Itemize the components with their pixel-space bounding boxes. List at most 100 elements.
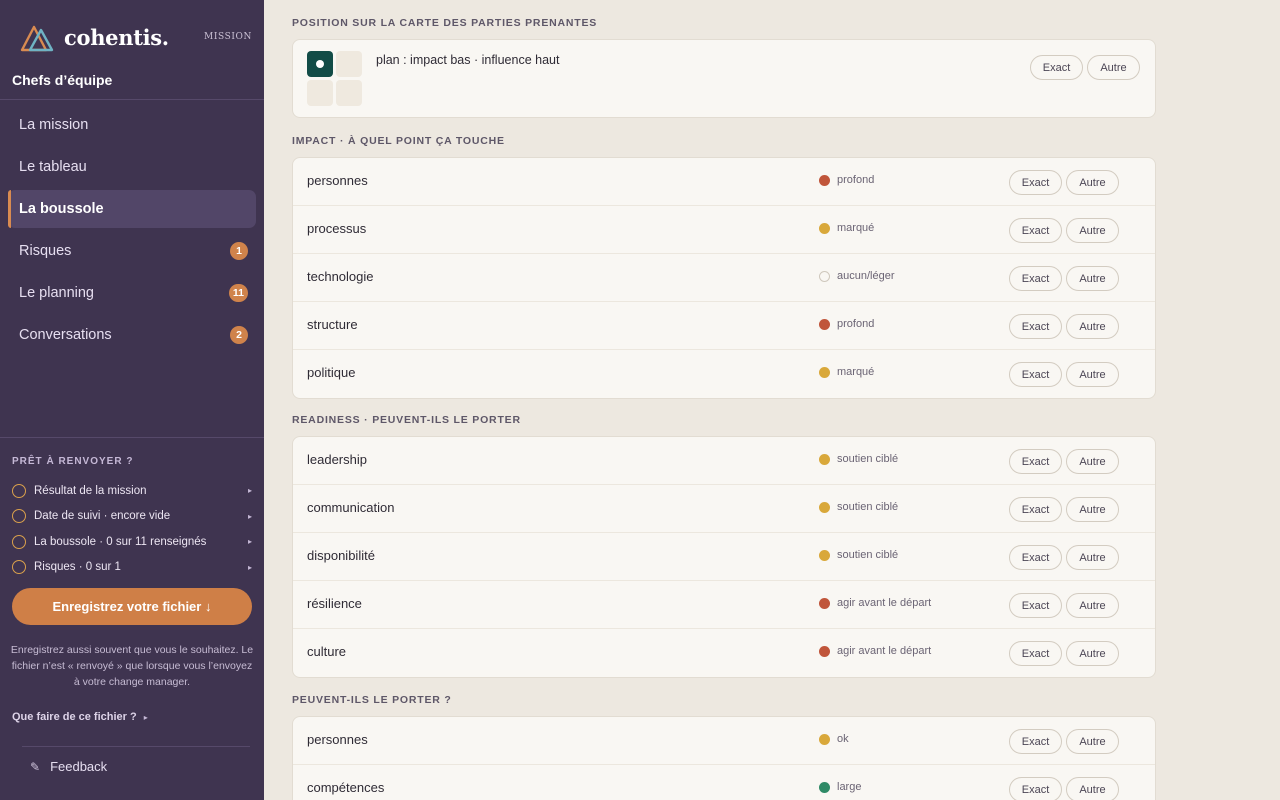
map-cell-selected[interactable] bbox=[307, 51, 333, 77]
status-indicator: large bbox=[819, 781, 861, 793]
nav-item-la-boussole[interactable]: La boussole bbox=[8, 190, 256, 228]
exact-button[interactable]: Exact bbox=[1009, 170, 1062, 195]
other-button[interactable]: Autre bbox=[1087, 55, 1140, 80]
other-button[interactable]: Autre bbox=[1066, 777, 1119, 800]
table-row: culture agir avant le départ Exact Autre bbox=[293, 629, 1155, 677]
map-cell[interactable] bbox=[336, 51, 362, 77]
exact-button[interactable]: Exact bbox=[1009, 497, 1062, 522]
status-label: soutien ciblé bbox=[837, 549, 899, 561]
sidebar: cohentis. MISSION Chefs d’équipe La miss… bbox=[0, 0, 264, 800]
other-button[interactable]: Autre bbox=[1066, 362, 1119, 387]
brand-name: cohentis. bbox=[64, 25, 169, 50]
sidebar-divider bbox=[0, 437, 264, 438]
other-button[interactable]: Autre bbox=[1066, 545, 1119, 570]
checklist-item-label: Date de suivi · encore vide bbox=[34, 510, 171, 523]
exact-button[interactable]: Exact bbox=[1009, 545, 1062, 570]
map-position-text: plan : impact bas · influence haut bbox=[376, 53, 560, 67]
circle-icon bbox=[12, 509, 26, 524]
row-actions: Exact Autre bbox=[1009, 593, 1123, 618]
feedback-button[interactable]: ✎ Feedback bbox=[30, 759, 107, 774]
status-indicator: marqué bbox=[819, 222, 874, 234]
other-button[interactable]: Autre bbox=[1066, 449, 1119, 474]
checklist-item[interactable]: Risques · 0 sur 1 ▸ bbox=[12, 555, 252, 581]
other-button[interactable]: Autre bbox=[1066, 266, 1119, 291]
row-actions: Exact Autre bbox=[1009, 449, 1123, 474]
nav-item-le-planning[interactable]: Le planning 11 bbox=[8, 274, 256, 312]
exact-button[interactable]: Exact bbox=[1009, 593, 1062, 618]
row-label: résilience bbox=[307, 596, 362, 611]
row-actions: Exact Autre bbox=[1009, 545, 1123, 570]
row-label: culture bbox=[307, 644, 347, 659]
nav-item-conversations[interactable]: Conversations 2 bbox=[8, 316, 256, 354]
chevron-right-icon: ▸ bbox=[247, 486, 252, 495]
nav-item-risques[interactable]: Risques 1 bbox=[8, 232, 256, 270]
other-button[interactable]: Autre bbox=[1066, 593, 1119, 618]
status-indicator: agir avant le départ bbox=[819, 597, 931, 609]
status-dot-icon bbox=[819, 318, 830, 330]
row-label: communication bbox=[307, 500, 395, 515]
nav-item-label: Le planning bbox=[19, 285, 94, 301]
row-label: disponibilité bbox=[307, 548, 375, 563]
row-actions: Exact Autre bbox=[1009, 729, 1123, 754]
other-button[interactable]: Autre bbox=[1066, 314, 1119, 339]
sidebar-divider bbox=[0, 99, 264, 100]
impact-card: personnes profond Exact Autre processus marqu… bbox=[292, 157, 1156, 399]
status-label: agir avant le départ bbox=[837, 597, 932, 609]
sidebar-divider bbox=[22, 746, 250, 747]
other-button[interactable]: Autre bbox=[1066, 497, 1119, 522]
checklist-item-label: Risques · 0 sur 1 bbox=[34, 561, 121, 574]
section-title-impact: IMPACT · À QUEL POINT ÇA TOUCHE bbox=[292, 135, 505, 147]
status-indicator: soutien ciblé bbox=[819, 549, 898, 561]
main-content: POSITION SUR LA CARTE DES PARTIES PRENAN… bbox=[264, 0, 1280, 800]
readiness-card: leadership soutien ciblé Exact Autre communi… bbox=[292, 436, 1156, 678]
nav-item-la-mission[interactable]: La mission bbox=[8, 106, 256, 144]
exact-button[interactable]: Exact bbox=[1009, 314, 1062, 339]
exact-button[interactable]: Exact bbox=[1009, 777, 1062, 800]
capacity-card: personnes ok Exact Autre compétences large Exa… bbox=[292, 716, 1156, 800]
table-row: technologie aucun/léger Exact Autre bbox=[293, 254, 1155, 302]
map-cell[interactable] bbox=[307, 80, 333, 106]
help-link[interactable]: Que faire de ce fichier ? ▸ bbox=[12, 711, 148, 723]
status-indicator: profond bbox=[819, 174, 874, 186]
status-indicator: aucun/léger bbox=[819, 270, 895, 282]
other-button[interactable]: Autre bbox=[1066, 729, 1119, 754]
row-label: personnes bbox=[307, 173, 368, 188]
status-dot-icon bbox=[819, 222, 830, 234]
exact-button[interactable]: Exact bbox=[1009, 641, 1062, 666]
nav-item-le-tableau[interactable]: Le tableau bbox=[8, 148, 256, 186]
status-label: marqué bbox=[837, 366, 875, 378]
save-file-button[interactable]: Enregistrez votre fichier ↓ bbox=[12, 588, 252, 625]
status-indicator: soutien ciblé bbox=[819, 501, 898, 513]
brand-tag: MISSION bbox=[204, 32, 252, 42]
other-button[interactable]: Autre bbox=[1066, 641, 1119, 666]
checklist-item[interactable]: Date de suivi · encore vide ▸ bbox=[12, 504, 252, 530]
stakeholder-map-grid[interactable] bbox=[307, 51, 363, 107]
status-dot-icon bbox=[819, 549, 830, 561]
status-label: aucun/léger bbox=[837, 270, 895, 282]
checklist-title: PRÊT À RENVOYER ? bbox=[12, 456, 134, 467]
row-label: personnes bbox=[307, 732, 368, 747]
status-label: agir avant le départ bbox=[837, 645, 932, 657]
table-row: personnes profond Exact Autre bbox=[293, 158, 1155, 206]
exact-button[interactable]: Exact bbox=[1009, 218, 1062, 243]
team-name: Chefs d’équipe bbox=[12, 72, 113, 88]
exact-button[interactable]: Exact bbox=[1009, 266, 1062, 291]
exact-button[interactable]: Exact bbox=[1009, 449, 1062, 474]
nav-item-label: La boussole bbox=[19, 201, 104, 217]
brand[interactable]: cohentis. MISSION bbox=[20, 22, 252, 54]
other-button[interactable]: Autre bbox=[1066, 170, 1119, 195]
checklist-item[interactable]: Résultat de la mission ▸ bbox=[12, 478, 252, 504]
checklist-item[interactable]: La boussole · 0 sur 11 renseignés ▸ bbox=[12, 529, 252, 555]
other-button[interactable]: Autre bbox=[1066, 218, 1119, 243]
row-actions: Exact Autre bbox=[1009, 362, 1123, 387]
exact-button[interactable]: Exact bbox=[1009, 362, 1062, 387]
exact-button[interactable]: Exact bbox=[1009, 729, 1062, 754]
stakeholder-map-card: plan : impact bas · influence haut Exact… bbox=[292, 39, 1156, 118]
section-title-capacity: PEUVENT-ILS LE PORTER ? bbox=[292, 694, 452, 706]
exact-button[interactable]: Exact bbox=[1030, 55, 1083, 80]
checklist-item-label: La boussole · 0 sur 11 renseignés bbox=[34, 535, 207, 548]
pencil-icon: ✎ bbox=[30, 759, 41, 774]
map-cell[interactable] bbox=[336, 80, 362, 106]
status-dot-icon bbox=[819, 453, 830, 465]
status-label: profond bbox=[837, 174, 875, 186]
